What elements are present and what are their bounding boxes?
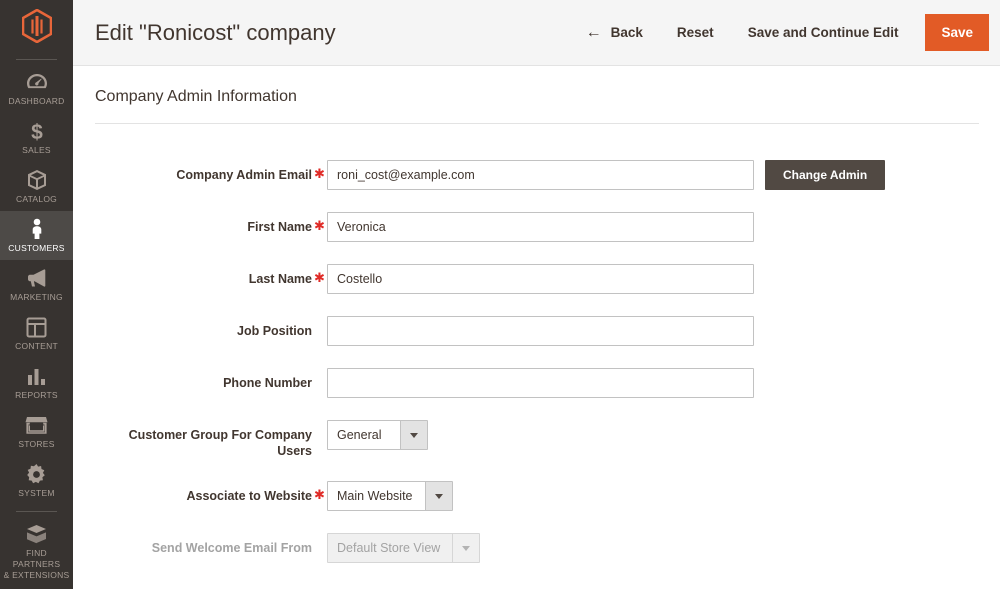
- sidebar-item-label: Sales: [22, 145, 51, 155]
- sidebar-item-customers[interactable]: Customers: [0, 211, 73, 260]
- field-control: Default Store View: [327, 533, 481, 563]
- svg-text:$: $: [31, 121, 43, 142]
- sidebar-item-dashboard[interactable]: Dashboard: [0, 64, 73, 113]
- sidebar-item-label: Find Partners & Extensions: [3, 548, 70, 580]
- field-control: [327, 368, 754, 398]
- sidebar-divider-top: [16, 59, 57, 60]
- page-header: Edit "Ronicost" company ← Back Reset Sav…: [73, 0, 1000, 66]
- dollar-icon: $: [29, 120, 45, 142]
- phone-number-input[interactable]: [327, 368, 754, 398]
- save-button[interactable]: Save: [925, 14, 989, 51]
- header-actions: ← Back Reset Save and Continue Edit Save: [569, 14, 989, 51]
- box-icon: [26, 169, 48, 191]
- sidebar-item-find-partners-extensions[interactable]: Find Partners & Extensions: [0, 516, 73, 587]
- field-label: Last Name: [248, 272, 312, 286]
- chevron-down-icon: [400, 421, 427, 449]
- company-admin-email-input[interactable]: [327, 160, 754, 190]
- field-associate-to-website: Associate to Website ✱ Main Website: [95, 481, 979, 511]
- magento-logo[interactable]: [0, 0, 73, 57]
- back-button[interactable]: ← Back: [569, 17, 660, 49]
- sidebar-item-label: Reports: [15, 390, 58, 400]
- field-control: [327, 264, 754, 294]
- field-control: General: [327, 420, 428, 450]
- field-label: First Name: [247, 220, 312, 234]
- field-customer-group: Customer Group For Company Users General: [95, 420, 979, 459]
- chevron-down-icon: [452, 534, 480, 562]
- chevron-down-icon: [424, 482, 452, 510]
- gear-icon: [26, 463, 47, 485]
- package-icon: [25, 523, 48, 545]
- last-name-input[interactable]: [327, 264, 754, 294]
- page-content: Company Admin Information Company Admin …: [73, 66, 1000, 563]
- sidebar-item-label: System: [18, 488, 55, 498]
- required-asterisk: ✱: [314, 166, 325, 181]
- required-asterisk: ✱: [314, 487, 325, 502]
- field-job-position: Job Position: [95, 316, 979, 346]
- sidebar-item-system[interactable]: System: [0, 456, 73, 505]
- first-name-input[interactable]: [327, 212, 754, 242]
- main-area: Edit "Ronicost" company ← Back Reset Sav…: [73, 0, 1000, 589]
- storefront-icon: [25, 414, 48, 436]
- field-control: [327, 212, 754, 242]
- job-position-input[interactable]: [327, 316, 754, 346]
- field-send-welcome-email-from: Send Welcome Email From Default Store Vi…: [95, 533, 979, 563]
- change-admin-button[interactable]: Change Admin: [765, 160, 886, 190]
- sidebar-item-reports[interactable]: Reports: [0, 358, 73, 407]
- field-label: Send Welcome Email From: [151, 541, 312, 555]
- sidebar-item-label: Stores: [18, 439, 55, 449]
- page-title: Edit "Ronicost" company: [95, 19, 336, 45]
- field-phone-number: Phone Number: [95, 368, 979, 398]
- field-control: [327, 316, 754, 346]
- sidebar-divider-bottom: [16, 511, 57, 512]
- field-control: Main Website: [327, 481, 453, 511]
- person-icon: [28, 218, 46, 240]
- sidebar-item-catalog[interactable]: Catalog: [0, 162, 73, 211]
- sidebar-item-content[interactable]: Content: [0, 309, 73, 358]
- sidebar-item-label: Marketing: [10, 292, 63, 302]
- save-and-continue-edit-button[interactable]: Save and Continue Edit: [731, 17, 916, 48]
- dashboard-icon: [26, 71, 48, 93]
- save-and-continue-edit-label: Save and Continue Edit: [747, 25, 899, 40]
- sidebar-item-sales[interactable]: $ Sales: [0, 113, 73, 162]
- field-label: Phone Number: [223, 376, 312, 390]
- sidebar-item-label: Customers: [8, 243, 65, 253]
- bar-chart-icon: [26, 365, 48, 387]
- sidebar-item-label: Content: [15, 341, 58, 351]
- associate-to-website-select[interactable]: Main Website: [327, 481, 453, 511]
- reset-button-label: Reset: [676, 25, 714, 40]
- save-button-label: Save: [941, 25, 973, 40]
- customer-group-value: General: [337, 428, 382, 442]
- send-welcome-email-from-value: Default Store View: [337, 541, 441, 555]
- section-title: Company Admin Information: [95, 66, 979, 124]
- field-label: Job Position: [237, 324, 312, 338]
- layout-icon: [26, 316, 47, 338]
- field-label: Company Admin Email: [176, 168, 312, 182]
- sidebar-item-marketing[interactable]: Marketing: [0, 260, 73, 309]
- sidebar-item-stores[interactable]: Stores: [0, 407, 73, 456]
- primary-sidebar: Dashboard $ Sales Catalog: [0, 0, 73, 589]
- send-welcome-email-from-select: Default Store View: [327, 533, 481, 563]
- field-company-admin-email: Company Admin Email ✱ Change Admin: [95, 160, 979, 190]
- arrow-left-icon: ←: [585, 23, 602, 41]
- field-control: Change Admin: [327, 160, 886, 190]
- field-first-name: First Name ✱: [95, 212, 979, 242]
- required-asterisk: ✱: [314, 270, 325, 285]
- sidebar-item-label: Dashboard: [8, 96, 65, 106]
- reset-button[interactable]: Reset: [660, 17, 731, 48]
- associate-to-website-value: Main Website: [337, 489, 413, 503]
- field-label: Customer Group For Company Users: [128, 428, 312, 458]
- sidebar-item-label: Catalog: [15, 194, 58, 204]
- company-admin-form: Company Admin Email ✱ Change Admin First…: [95, 124, 979, 563]
- field-last-name: Last Name ✱: [95, 264, 979, 294]
- admin-page: Dashboard $ Sales Catalog: [0, 0, 1000, 589]
- required-asterisk: ✱: [314, 218, 325, 233]
- back-button-label: Back: [610, 25, 643, 40]
- field-label: Associate to Website: [186, 489, 312, 503]
- magento-logo-icon: [21, 8, 52, 48]
- megaphone-icon: [26, 267, 48, 289]
- customer-group-select[interactable]: General: [327, 420, 428, 450]
